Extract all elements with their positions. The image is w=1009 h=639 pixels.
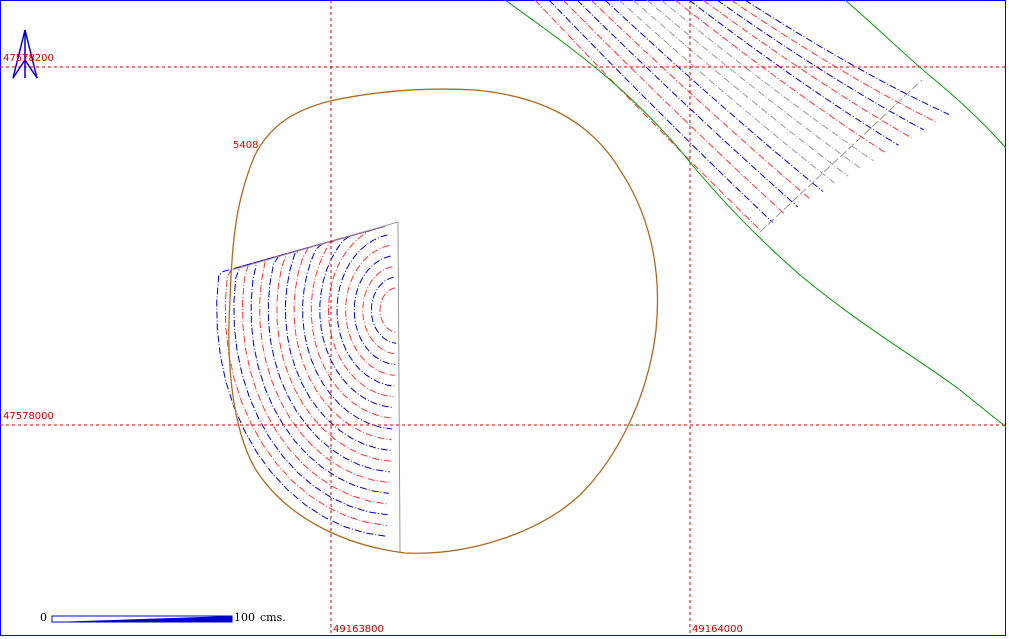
- contour-line: [646, 0, 862, 169]
- contour-line: [590, 0, 811, 200]
- contour-line: [293, 227, 392, 441]
- parcel-boundary[interactable]: [228, 88, 659, 554]
- contour-line: [379, 287, 397, 333]
- section-wedge-edge: [231, 221, 401, 553]
- contour-line: [370, 276, 397, 344]
- map-view[interactable]: 47578200 47578000 49163800 49164000 5408…: [0, 0, 1009, 639]
- contour-lines: [216, 0, 950, 553]
- contour-line: [353, 255, 396, 366]
- contour-line: [548, 0, 773, 223]
- contour-line: [618, 0, 836, 185]
- contour-line: [362, 266, 396, 355]
- section-band-edge: [759, 79, 923, 233]
- contour-line: [744, 0, 950, 115]
- boundary-label: 5408: [233, 140, 259, 151]
- map-canvas[interactable]: [0, 0, 1009, 639]
- contour-line: [345, 245, 395, 376]
- contour-line: [716, 0, 925, 131]
- scale-end-label: 100: [234, 611, 255, 624]
- northing-label-47578000: 47578000: [3, 411, 54, 422]
- contour-line: [632, 0, 849, 177]
- northing-label-47578200: 47578200: [3, 53, 54, 64]
- road-edge-line: [504, 0, 1007, 428]
- easting-label-49164000: 49164000: [692, 624, 743, 635]
- scale-bar: [51, 615, 233, 623]
- contour-line: [562, 0, 786, 215]
- map-frame: [0, 0, 1006, 636]
- contour-line: [660, 0, 874, 162]
- contour-line: [310, 226, 393, 419]
- contour-line: [328, 225, 394, 398]
- contour-line: [576, 0, 799, 208]
- scale-start-label: 0: [40, 611, 47, 624]
- contour-line: [276, 229, 391, 462]
- scale-unit-label: cms.: [260, 611, 286, 624]
- easting-label-49163800: 49163800: [333, 624, 384, 635]
